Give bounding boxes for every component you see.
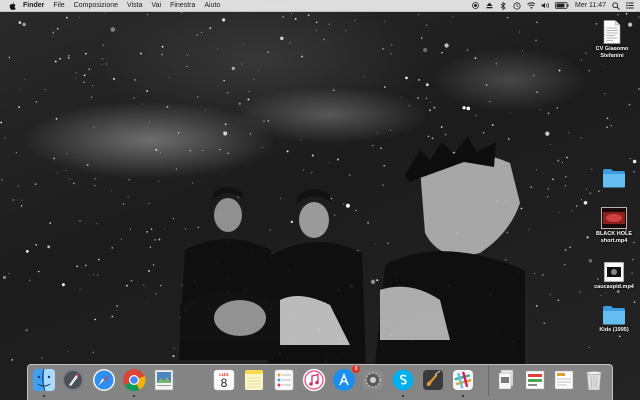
desktop-wallpaper [0, 0, 640, 400]
dock-preview[interactable] [151, 367, 177, 393]
dock-trash[interactable] [581, 367, 607, 393]
safari-icon [93, 369, 115, 391]
document-icon [603, 20, 621, 44]
dock-calendar[interactable]: LUG 8 [211, 367, 237, 393]
desktop-item-folder[interactable] [589, 168, 639, 188]
clock[interactable]: Mer 11:47 [575, 2, 606, 9]
finder-icon [33, 368, 55, 392]
folder-icon [603, 306, 625, 325]
dock-documents-stack[interactable] [494, 367, 520, 393]
desktop-item-label: Kids (1995) [599, 327, 629, 333]
dock-itunes[interactable] [301, 367, 327, 393]
skype-icon [392, 369, 414, 391]
video-thumbnail-icon [604, 262, 624, 282]
menu-app-name[interactable]: Finder [23, 2, 44, 9]
reminders-icon [274, 369, 294, 391]
wifi-icon[interactable] [527, 2, 535, 10]
dock-finder[interactable] [31, 367, 57, 397]
menu-help[interactable]: Aiuto [204, 2, 220, 9]
desktop-item-label: caucaspid.mp4 [594, 284, 634, 290]
desktop-item-label: BLACK HOLE short.mp4 [595, 231, 633, 244]
status-area: Mer 11:47 [471, 0, 634, 11]
dock-slack[interactable] [450, 367, 476, 397]
spotlight-icon[interactable] [612, 1, 620, 10]
menu-file[interactable]: File [53, 2, 64, 9]
system-preferences-icon [363, 370, 383, 390]
dock-safari[interactable] [91, 367, 117, 393]
dock-system-preferences[interactable] [360, 367, 386, 393]
running-indicator [402, 395, 404, 397]
desktop-item-kids[interactable]: Kids (1995) [589, 305, 639, 334]
record-icon[interactable] [471, 2, 479, 10]
running-indicator [462, 395, 464, 397]
dock-downloads-stack[interactable] [522, 367, 548, 393]
launchpad-icon [62, 369, 84, 391]
dock-separator [488, 366, 489, 396]
menu-edit[interactable]: Composizione [74, 2, 118, 9]
battery-icon[interactable] [555, 2, 569, 10]
app-store-badge: 3 [352, 365, 360, 373]
documents-stack-icon [498, 369, 514, 390]
dock-garageband[interactable] [420, 367, 446, 393]
bluetooth-icon[interactable] [499, 1, 507, 10]
menu-view[interactable]: Vista [127, 2, 142, 9]
trash-icon [586, 371, 602, 391]
desktop-item-cv[interactable]: CV Giacomo Stefanini [587, 20, 637, 59]
garageband-icon [423, 370, 443, 390]
chrome-icon [123, 369, 146, 391]
running-indicator [43, 395, 45, 397]
dock-skype[interactable] [390, 367, 416, 397]
eject-icon[interactable] [485, 2, 493, 10]
notes-icon [245, 370, 263, 390]
recent-stack-icon [554, 370, 574, 390]
time-machine-icon[interactable] [513, 1, 521, 10]
running-indicator [133, 395, 135, 397]
volume-icon[interactable] [541, 2, 549, 10]
dock-notes[interactable] [241, 367, 267, 393]
menu-bar: Finder File Composizione Vista Vai Fines… [0, 0, 640, 12]
dock-recent-stack[interactable] [551, 367, 577, 393]
desktop-item-caucaspid[interactable]: caucaspid.mp4 [589, 262, 639, 291]
dock-reminders[interactable] [271, 367, 297, 393]
apple-menu-icon[interactable] [9, 1, 16, 10]
desktop-item-label: CV Giacomo Stefanini [595, 46, 629, 59]
slack-icon [453, 370, 473, 390]
wallpaper-figures [179, 136, 525, 365]
dock-chrome[interactable] [121, 367, 147, 397]
menu-go[interactable]: Vai [151, 2, 161, 9]
dock-app-store[interactable]: 3 [331, 365, 360, 393]
folder-icon [603, 169, 625, 188]
dock-launchpad[interactable] [60, 367, 86, 393]
menu-window[interactable]: Finestra [170, 2, 195, 9]
downloads-stack-icon [525, 370, 545, 390]
desktop-item-black-hole[interactable]: BLACK HOLE short.mp4 [589, 207, 639, 244]
video-thumbnail-icon [601, 207, 627, 229]
itunes-icon [302, 368, 326, 392]
calendar-day: 8 [220, 376, 228, 390]
notification-center-icon[interactable] [626, 2, 634, 10]
preview-icon [154, 369, 174, 391]
